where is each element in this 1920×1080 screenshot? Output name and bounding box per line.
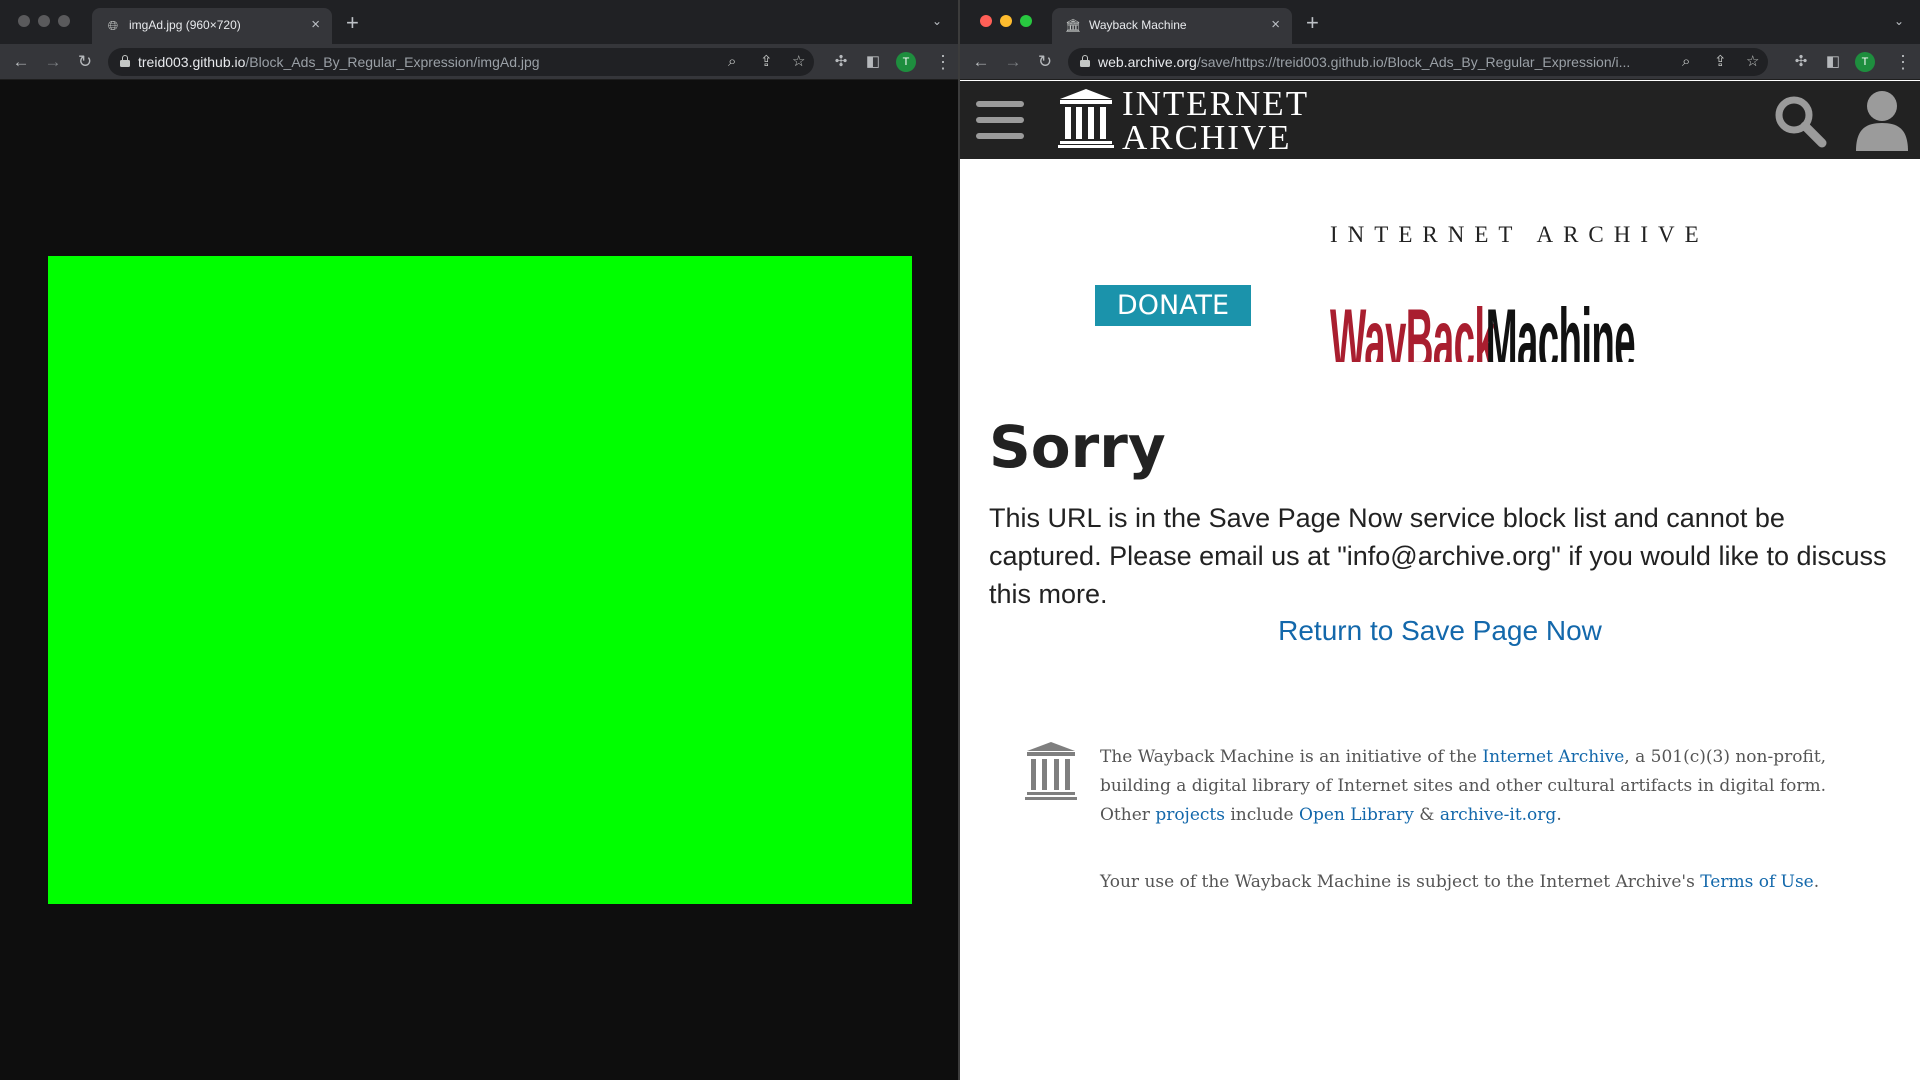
tab-wayback[interactable]: 🏛︎ Wayback Machine × [1052,8,1292,44]
ia-logo-text: INTERNET ARCHIVE [1122,84,1310,157]
forward-arrow-icon[interactable]: → [1002,51,1024,73]
menu-kebab-icon[interactable]: ⋮ [934,50,952,74]
extensions-puzzle-icon[interactable]: ✣ [830,51,852,73]
url-text: treid003.github.io/Block_Ads_By_Regular_… [138,54,540,70]
page-title: Sorry [989,413,1166,481]
minimize-window-button[interactable] [1000,15,1012,27]
return-to-save-page-now-link[interactable]: Return to Save Page Now [960,615,1920,647]
footer-text-span: The Wayback Machine is an initiative of … [1100,747,1483,767]
lock-icon [120,55,130,68]
tab-title: Wayback Machine [1089,18,1187,32]
user-account-icon[interactable] [1854,89,1910,151]
back-arrow-icon[interactable]: ← [10,51,32,73]
ia-logo-line1: INTERNET [1122,84,1310,123]
tab-strip: 🌐︎ imgAd.jpg (960×720) × + ⌄ [0,0,958,44]
internet-archive-link[interactable]: Internet Archive [1482,747,1624,767]
back-arrow-icon[interactable]: ← [970,51,992,73]
open-library-link[interactable]: Open Library [1299,805,1414,825]
address-bar[interactable]: web.archive.org/save/https://treid003.gi… [1068,48,1768,76]
left-browser-window: 🌐︎ imgAd.jpg (960×720) × + ⌄ ← → ↻ treid… [0,0,958,1080]
bookmark-star-icon[interactable]: ☆ [792,51,805,73]
browser-toolbar: ← → ↻ treid003.github.io/Block_Ads_By_Re… [0,44,958,80]
footer-about-text: The Wayback Machine is an initiative of … [1100,743,1860,830]
footer-text-span: & [1413,805,1440,825]
extensions-puzzle-icon[interactable]: ✣ [1790,51,1812,73]
archive-building-icon [1025,742,1077,800]
footer-text-span: . [1813,872,1820,892]
projects-link[interactable]: projects [1155,805,1225,825]
footer-text-span: Your use of the Wayback Machine is subje… [1100,872,1701,892]
forward-arrow-icon[interactable]: → [42,51,64,73]
globe-icon: 🌐︎ [107,18,119,33]
close-icon[interactable]: × [1271,17,1280,33]
footer-text-span: include [1224,805,1300,825]
wayback-machine-logo[interactable]: INTERNET ARCHIVE WayBack Machine [1330,222,1700,362]
terms-of-use-link[interactable]: Terms of Use [1700,872,1814,892]
internet-archive-logo[interactable]: INTERNET ARCHIVE [1058,84,1328,157]
reload-icon[interactable]: ↻ [1034,51,1056,73]
tab-strip: 🏛︎ Wayback Machine × + ⌄ [960,0,1920,44]
footer-text-span: . [1556,805,1562,825]
chevron-down-icon[interactable]: ⌄ [932,14,942,28]
svg-text:Machine: Machine [1486,290,1635,362]
maximize-window-button[interactable] [58,15,70,27]
search-icon[interactable] [1772,93,1828,149]
bookmark-star-icon[interactable]: ☆ [1746,51,1759,73]
side-panel-icon[interactable]: ◧ [862,51,884,73]
right-browser-window: 🏛︎ Wayback Machine × + ⌄ ← → ↻ web.archi… [960,0,1920,1080]
new-tab-button[interactable]: + [1306,12,1319,34]
zoom-icon[interactable]: ⌕ [1682,51,1690,73]
chevron-down-icon[interactable]: ⌄ [1894,14,1904,28]
ia-logo-line2: ARCHIVE [1122,118,1292,157]
archive-building-icon: 🏛︎ [1065,18,1082,33]
tab-imgad[interactable]: 🌐︎ imgAd.jpg (960×720) × [92,8,332,44]
tab-title: imgAd.jpg (960×720) [129,18,241,32]
menu-kebab-icon[interactable]: ⋮ [1894,50,1912,74]
browser-toolbar: ← → ↻ web.archive.org/save/https://treid… [960,44,1920,80]
ia-top-nav: INTERNET ARCHIVE [960,81,1920,159]
hamburger-menu-icon[interactable] [976,101,1024,141]
donate-button[interactable]: DONATE [1095,285,1251,326]
lock-icon [1080,55,1090,68]
share-icon[interactable]: ⇪ [1714,51,1727,73]
profile-avatar[interactable]: T [896,52,916,72]
archive-it-link[interactable]: archive-it.org [1440,805,1557,825]
svg-text:WayBack: WayBack [1330,290,1496,362]
footer-terms-text: Your use of the Wayback Machine is subje… [1100,868,1860,897]
block-list-message: This URL is in the Save Page Now service… [989,503,1887,609]
zoom-icon[interactable]: ⌕ [728,51,736,73]
close-window-button[interactable] [18,15,30,27]
address-bar[interactable]: treid003.github.io/Block_Ads_By_Regular_… [108,48,814,76]
maximize-window-button[interactable] [1020,15,1032,27]
archive-building-icon [1058,89,1114,148]
share-icon[interactable]: ⇪ [760,51,773,73]
minimize-window-button[interactable] [38,15,50,27]
image-viewer [0,81,958,1080]
ad-image [48,256,912,904]
new-tab-button[interactable]: + [346,12,359,34]
profile-avatar[interactable]: T [1855,52,1875,72]
close-icon[interactable]: × [311,17,320,33]
reload-icon[interactable]: ↻ [74,51,96,73]
url-text: web.archive.org/save/https://treid003.gi… [1098,54,1631,70]
close-window-button[interactable] [980,15,992,27]
side-panel-icon[interactable]: ◧ [1822,51,1844,73]
wayback-wordmark: WayBack Machine [1330,290,1636,362]
